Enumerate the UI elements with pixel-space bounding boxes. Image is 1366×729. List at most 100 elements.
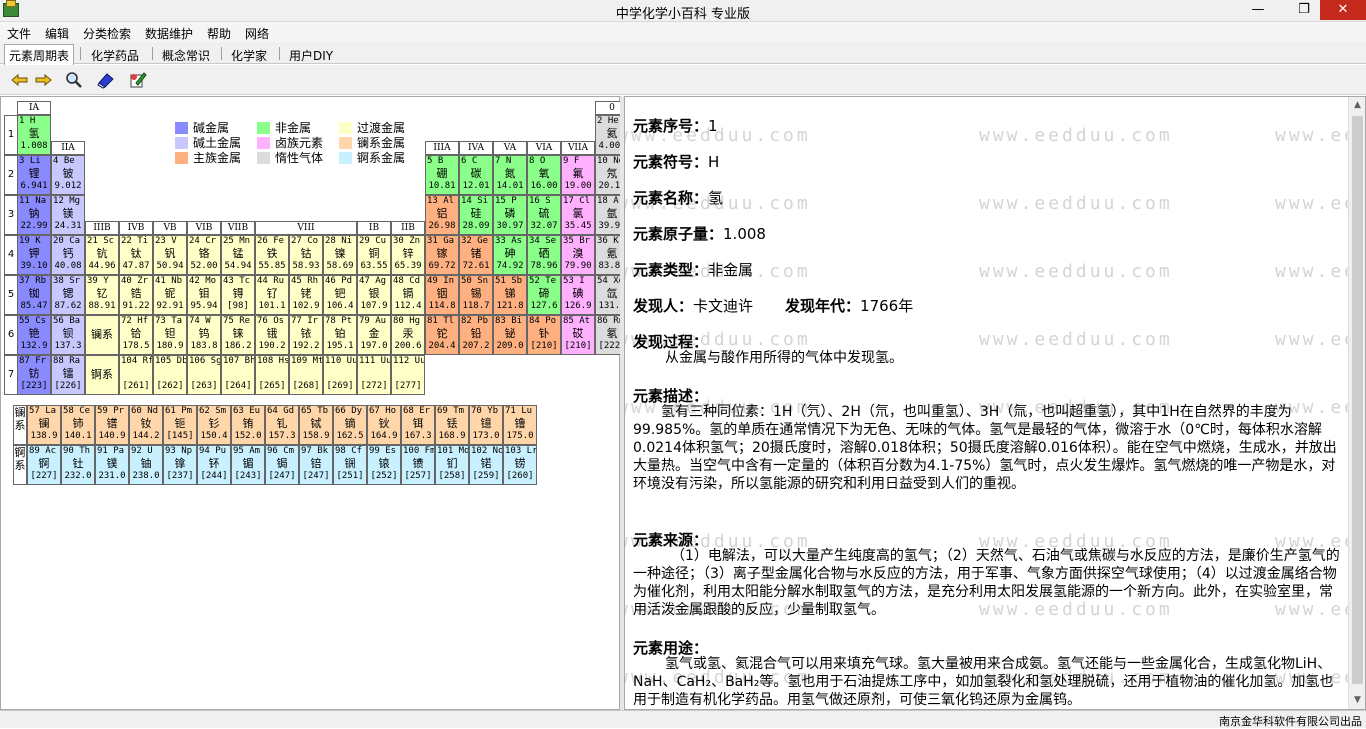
element-cell-po[interactable]: 84 Po 钋 [210] [527,315,561,355]
close-button[interactable]: ✕ [1320,0,1366,20]
element-cell-al[interactable]: 13 Al 铝 26.98 [425,195,459,235]
minimize-button[interactable]: — [1236,0,1280,20]
element-cell-tm[interactable]: 69 Tm 铥 168.9 [435,405,469,445]
element-cell-s[interactable]: 16 S 硫 32.07 [527,195,561,235]
element-cell-w[interactable]: 74 W 钨 183.8 [187,315,221,355]
tab-chemicals[interactable]: 化学药品 [86,44,144,64]
element-cell-o[interactable]: 8 O 氧 16.00 [527,155,561,195]
element-cell-ta[interactable]: 73 Ta 钽 180.9 [153,315,187,355]
element-cell-fe[interactable]: 26 Fe 铁 55.85 [255,235,289,275]
element-cell-uun[interactable]: 110 Uun [269] [323,355,357,395]
element-cell-v[interactable]: 23 V 钒 50.94 [153,235,187,275]
element-cell-pd[interactable]: 46 Pd 钯 106.4 [323,275,357,315]
element-cell-cf[interactable]: 98 Cf 锎 [251] [333,445,367,485]
element-cell-n[interactable]: 7 N 氮 14.01 [493,155,527,195]
element-cell-np[interactable]: 93 Np 镎 [237] [163,445,197,485]
element-cell-u[interactable]: 92 U 铀 238.0 [129,445,163,485]
menu-edit[interactable]: 编辑 [45,25,69,42]
element-cell-md[interactable]: 101 Md 钔 [258] [435,445,469,485]
element-cell-i[interactable]: 53 I 碘 126.9 [561,275,595,315]
element-cell-am[interactable]: 95 Am 镅 [243] [231,445,265,485]
element-cell-nb[interactable]: 41 Nb 铌 92.91 [153,275,187,315]
element-cell-ca[interactable]: 20 Ca 钙 40.08 [51,235,85,275]
element-cell-au[interactable]: 79 Au 金 197.0 [357,315,391,355]
element-cell-se[interactable]: 34 Se 硒 78.96 [527,235,561,275]
element-cell-sg[interactable]: 106 Sg [263] [187,355,221,395]
element-cell-b[interactable]: 5 B 硼 10.81 [425,155,459,195]
element-cell-uub[interactable]: 112 Uub [277] [391,355,425,395]
element-cell-nd[interactable]: 60 Nd 钕 144.2 [129,405,163,445]
element-cell-re[interactable]: 75 Re 铼 186.2 [221,315,255,355]
element-cell-cm[interactable]: 96 Cm 锔 [247] [265,445,299,485]
tab-periodic-table[interactable]: 元素周期表 [4,44,75,65]
element-cell-cr[interactable]: 24 Cr 铬 52.00 [187,235,221,275]
element-cell-bh[interactable]: 107 Bh [264] [221,355,255,395]
element-cell-cd[interactable]: 48 Cd 镉 112.4 [391,275,425,315]
element-cell-ra[interactable]: 88 Ra 镭 [226] [51,355,85,395]
element-cell-rb[interactable]: 37 Rb 铷 85.47 [17,275,51,315]
element-cell-mo[interactable]: 42 Mo 钼 95.94 [187,275,221,315]
forward-icon[interactable] [33,71,53,89]
element-cell-ho[interactable]: 67 Ho 钬 164.9 [367,405,401,445]
element-cell-hs[interactable]: 108 Hs [265] [255,355,289,395]
series-placeholder-lanthanide[interactable]: 镧系 [85,315,119,355]
element-cell-pa[interactable]: 91 Pa 镤 231.0 [95,445,129,485]
element-cell-os[interactable]: 76 Os 锇 190.2 [255,315,289,355]
element-cell-co[interactable]: 27 Co 钴 58.93 [289,235,323,275]
element-cell-tc[interactable]: 43 Tc 锝 [98] [221,275,255,315]
menu-data-maintenance[interactable]: 数据维护 [145,25,193,42]
element-cell-hg[interactable]: 80 Hg 汞 200.6 [391,315,425,355]
element-cell-er[interactable]: 68 Er 铒 167.3 [401,405,435,445]
element-cell-gd[interactable]: 64 Gd 钆 157.3 [265,405,299,445]
element-cell-tl[interactable]: 81 Tl 铊 204.4 [425,315,459,355]
element-cell-pt[interactable]: 78 Pt 铂 195.1 [323,315,357,355]
element-cell-p[interactable]: 15 P 磷 30.97 [493,195,527,235]
element-cell-at[interactable]: 85 At 砹 [210] [561,315,595,355]
element-cell-es[interactable]: 99 Es 锿 [252] [367,445,401,485]
element-cell-cl[interactable]: 17 Cl 氯 35.45 [561,195,595,235]
element-cell-f[interactable]: 9 F 氟 19.00 [561,155,595,195]
diy-icon[interactable] [128,71,148,89]
element-cell-sb[interactable]: 51 Sb 锑 121.8 [493,275,527,315]
element-cell-in[interactable]: 49 In 铟 114.8 [425,275,459,315]
element-cell-ge[interactable]: 32 Ge 锗 72.61 [459,235,493,275]
element-cell-y[interactable]: 39 Y 钇 88.91 [85,275,119,315]
element-cell-rh[interactable]: 45 Rh 铑 102.9 [289,275,323,315]
element-cell-ce[interactable]: 58 Ce 铈 140.1 [61,405,95,445]
element-cell-k[interactable]: 19 K 钾 39.10 [17,235,51,275]
element-cell-si[interactable]: 14 Si 硅 28.09 [459,195,493,235]
element-cell-mt[interactable]: 109 Mt [268] [289,355,323,395]
element-cell-na[interactable]: 11 Na 钠 22.99 [17,195,51,235]
element-cell-dy[interactable]: 66 Dy 镝 162.5 [333,405,367,445]
scroll-down-icon[interactable]: ▼ [1349,692,1365,709]
element-cell-sc[interactable]: 21 Sc 钪 44.96 [85,235,119,275]
element-cell-eu[interactable]: 63 Eu 铕 152.0 [231,405,265,445]
element-cell-mg[interactable]: 12 Mg 镁 24.31 [51,195,85,235]
element-cell-th[interactable]: 90 Th 钍 232.0 [61,445,95,485]
element-cell-ba[interactable]: 56 Ba 钡 137.3 [51,315,85,355]
element-cell-pu[interactable]: 94 Pu 钚 [244] [197,445,231,485]
back-icon[interactable] [10,71,30,89]
element-cell-be[interactable]: 4 Be 铍 9.012 [51,155,85,195]
element-cell-pb[interactable]: 82 Pb 铅 207.2 [459,315,493,355]
element-cell-c[interactable]: 6 C 碳 12.01 [459,155,493,195]
menu-file[interactable]: 文件 [7,25,31,42]
element-cell-h[interactable]: 1 H 氢 1.008 [17,115,51,155]
element-cell-as[interactable]: 33 As 砷 74.92 [493,235,527,275]
element-cell-sm[interactable]: 62 Sm 钐 150.4 [197,405,231,445]
element-cell-bi[interactable]: 83 Bi 铋 209.0 [493,315,527,355]
element-cell-lr[interactable]: 103 Lr 铹 [260] [503,445,537,485]
element-cell-te[interactable]: 52 Te 碲 127.6 [527,275,561,315]
scroll-up-icon[interactable]: ▲ [1349,97,1365,114]
element-cell-db[interactable]: 105 Db [262] [153,355,187,395]
scroll-thumb[interactable] [1352,116,1363,684]
element-cell-ac[interactable]: 89 Ac 锕 [227] [27,445,61,485]
element-cell-zr[interactable]: 40 Zr 锆 91.22 [119,275,153,315]
element-cell-ti[interactable]: 22 Ti 钛 47.87 [119,235,153,275]
eraser-icon[interactable] [96,71,116,89]
element-cell-mn[interactable]: 25 Mn 锰 54.94 [221,235,255,275]
element-cell-li[interactable]: 3 Li 锂 6.941 [17,155,51,195]
element-cell-sn[interactable]: 50 Sn 锡 118.7 [459,275,493,315]
element-cell-ga[interactable]: 31 Ga 镓 69.72 [425,235,459,275]
element-cell-no[interactable]: 102 No 锘 [259] [469,445,503,485]
